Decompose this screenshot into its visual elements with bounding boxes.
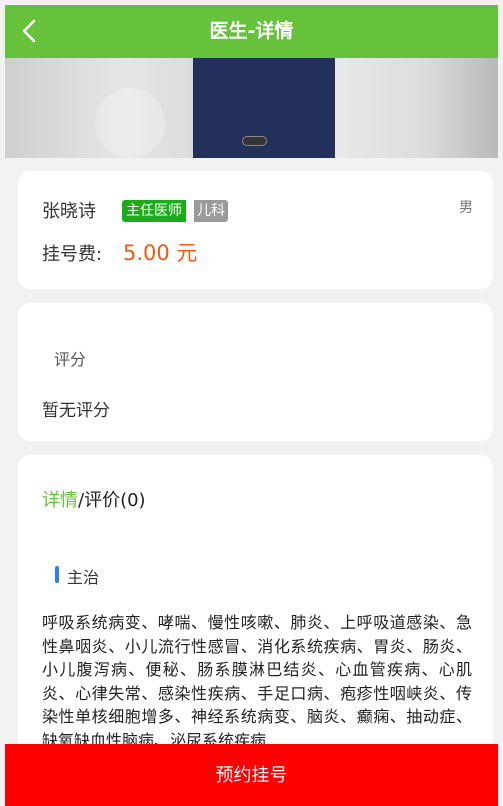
page-title: 医生-详情 bbox=[209, 20, 294, 42]
specialty-text: 呼吸系统病变、哮喘、慢性咳嗽、肺炎、上呼吸道感染、急性鼻咽炎、小儿流行性感冒、消… bbox=[42, 613, 472, 750]
tab-detail[interactable]: 详情 bbox=[42, 490, 78, 511]
section-marker bbox=[55, 566, 59, 583]
tab-reviews[interactable]: 评价(0) bbox=[84, 490, 146, 511]
rating-value: 暂无评分 bbox=[42, 401, 110, 421]
rating-card: 评分 暂无评分 bbox=[18, 303, 493, 441]
doctor-name: 张晓诗 bbox=[42, 201, 96, 222]
fee-value: 5.00 元 bbox=[123, 241, 198, 265]
department-badge: 儿科 bbox=[194, 200, 228, 222]
carousel-indicator[interactable] bbox=[242, 136, 267, 146]
top-navbar: 医生-详情 bbox=[5, 5, 498, 58]
doctor-info-card: 张晓诗 主任医师 儿科 男 挂号费: 5.00 元 bbox=[18, 171, 493, 289]
app-frame: 医生-详情 张晓诗 主任医师 儿科 男 挂号费: 5.00 元 评分 暂无评分 … bbox=[5, 5, 498, 806]
photo-highlight bbox=[95, 88, 165, 158]
rating-label: 评分 bbox=[54, 350, 87, 369]
doctor-gender: 男 bbox=[459, 200, 473, 216]
detail-tabs: 详情/评价(0) bbox=[42, 486, 146, 512]
photo-region-center bbox=[193, 58, 343, 158]
fee-label: 挂号费: bbox=[42, 244, 103, 265]
title-badge: 主任医师 bbox=[122, 200, 186, 222]
photo-region-right bbox=[335, 58, 498, 158]
book-appointment-button[interactable]: 预约挂号 bbox=[5, 744, 498, 806]
section-title: 主治 bbox=[67, 568, 100, 587]
